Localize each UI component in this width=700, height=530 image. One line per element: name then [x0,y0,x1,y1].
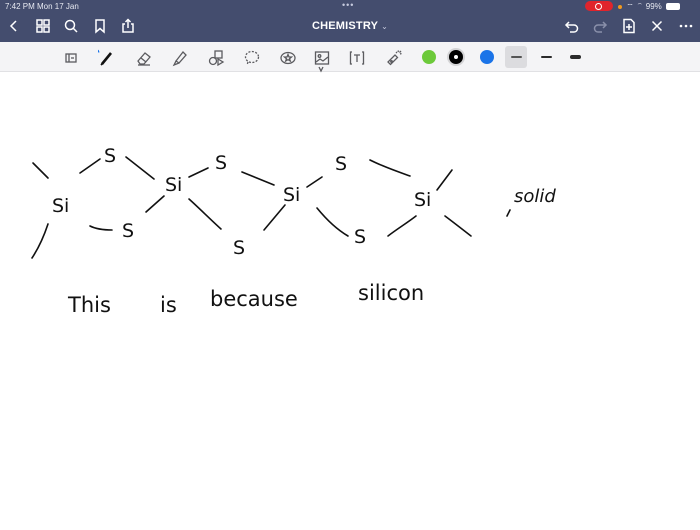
status-indicators: ⌔ ⌒ 99% [618,2,681,12]
handwriting-layer: Si S Si S Si S S S Si S solid This is be… [31,145,556,317]
undo-icon[interactable] [562,16,582,36]
handwritten-note: solid [514,186,556,207]
bond-stroke [263,204,286,231]
bond-stroke [125,156,155,180]
atom-label: S [122,220,134,242]
atom-label: S [354,226,366,248]
bond-stroke [444,215,472,237]
bond-stroke [188,198,222,230]
selected-indicator [454,55,458,59]
top-bar: 7:42 PM Mon 17 Jan ••• ⌔ ⌒ 99% CHEMISTRY… [0,0,700,42]
battery-percent: 99% [645,2,662,11]
document-title-text: CHEMISTRY [311,20,379,32]
eraser-tool[interactable] [133,47,155,69]
atom-label: Si [414,189,431,211]
color-swatch-green[interactable] [422,50,436,64]
bond-stroke [32,162,49,179]
laser-pointer-tool[interactable] [383,47,405,69]
atom-label: S [233,237,245,259]
bond-stroke [145,195,165,213]
color-swatch-blue[interactable] [480,50,494,64]
bond-stroke [316,207,349,237]
bond-stroke [387,215,417,237]
stroke-width-thick[interactable] [564,46,586,68]
handwritten-word: silicon [358,281,424,305]
bond-stroke [241,171,275,186]
mic-indicator-icon [618,4,622,9]
headphones-icon: ⌒ [636,2,644,11]
handwritten-word: This [67,293,111,317]
tool-bar [0,42,700,73]
pen-tool[interactable] [96,47,118,69]
screen-recording-icon [585,1,613,11]
status-bar: 7:42 PM Mon 17 Jan ••• ⌔ ⌒ 99% [0,0,700,13]
bond-stroke [369,159,411,177]
add-page-icon[interactable] [619,16,639,36]
status-time: 7:42 PM Mon 17 Jan [5,2,79,11]
read-only-mode-icon[interactable] [60,47,82,69]
bond-stroke [306,176,323,188]
wifi-icon: ⌔ [626,2,634,11]
elements-tool[interactable] [277,47,299,69]
atom-label: Si [52,195,69,217]
text-tool[interactable] [346,47,368,69]
bond-stroke [79,158,101,174]
stroke-width-medium[interactable] [535,46,557,68]
multitask-dots[interactable]: ••• [342,0,354,10]
atom-label: Si [165,174,182,196]
atom-label: S [104,145,116,167]
color-swatch-black-selected[interactable] [449,50,463,64]
atom-label: Si [283,184,300,206]
lasso-tool[interactable] [241,47,263,69]
more-icon[interactable] [676,16,696,36]
handwritten-word: is [160,293,177,317]
handwritten-sentence: This is because silicon [67,281,424,317]
bond-lines [31,156,511,259]
highlighter-tool[interactable] [169,47,191,69]
bond-stroke [31,223,49,259]
redo-icon[interactable] [590,16,610,36]
note-canvas[interactable]: Si S Si S Si S S S Si S solid This is be… [0,72,700,525]
shapes-tool[interactable] [205,47,227,69]
handwritten-word: because [210,287,298,311]
bond-stroke [89,225,113,231]
atom-label: S [215,152,227,174]
bond-stroke [436,169,453,191]
close-icon[interactable] [647,16,667,36]
bond-stroke [506,209,511,217]
battery-icon [666,3,681,11]
chevron-down-icon: ⌄ [381,22,389,31]
atom-label: S [335,153,347,175]
stroke-width-thin[interactable] [505,46,527,68]
bond-stroke [188,167,209,178]
